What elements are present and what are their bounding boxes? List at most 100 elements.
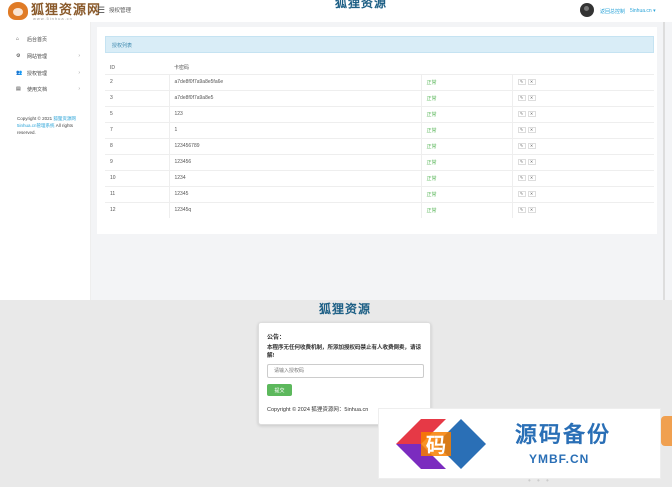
doc-icon: ▤ bbox=[16, 86, 21, 92]
sidebar-item-auth[interactable]: 👥 授权管理 › bbox=[16, 69, 86, 77]
edit-button[interactable]: ✎ bbox=[517, 143, 526, 149]
avatar[interactable] bbox=[580, 3, 594, 17]
status-badge: 正常 bbox=[426, 191, 437, 198]
cell-actions: ✎ ✕ bbox=[511, 185, 654, 202]
ad-logo-glyph: 码 bbox=[426, 433, 446, 457]
table-row: 9 123456 正常 ✎ ✕ bbox=[105, 153, 654, 170]
cell-code: 12345q bbox=[168, 201, 421, 218]
delete-button[interactable]: ✕ bbox=[527, 127, 536, 133]
cell-status: 正常 bbox=[420, 73, 512, 90]
cell-actions: ✎ ✕ bbox=[511, 169, 654, 186]
sidebar-item-docs[interactable]: ▤ 使用文档 › bbox=[16, 85, 86, 93]
column-header-id: ID bbox=[105, 62, 169, 75]
table-row: 11 12345 正常 ✎ ✕ bbox=[105, 185, 654, 202]
cell-status: 正常 bbox=[420, 121, 512, 138]
brand-title: 狐狸资源 bbox=[319, 302, 372, 316]
edit-button[interactable]: ✎ bbox=[517, 159, 526, 165]
table-row: 7 1 正常 ✎ ✕ bbox=[105, 121, 654, 138]
delete-button[interactable]: ✕ bbox=[527, 79, 536, 85]
cell-id: 11 bbox=[105, 185, 169, 202]
chevron-right-icon: › bbox=[78, 86, 80, 92]
card-copyright: Copyright © 2024 狐狸资源网：5inhua.cn bbox=[267, 407, 369, 413]
auth-table: ID 卡密码 2 a7de8f0f7a9a8e5fa6e 正常 ✎ ✕ 3 a7de8f0f… bbox=[105, 62, 654, 218]
panel-title: 授权列表 bbox=[112, 43, 133, 49]
status-badge: 正常 bbox=[426, 127, 437, 134]
column-header-status bbox=[421, 62, 512, 75]
scrollbar[interactable] bbox=[663, 22, 665, 300]
cell-code: 1 bbox=[168, 121, 421, 138]
edit-button[interactable]: ✎ bbox=[517, 207, 526, 214]
copyright-system-link[interactable]: 管理系统 bbox=[37, 123, 55, 128]
watermark-text: 狐狸资源 bbox=[335, 0, 388, 10]
table-row: 8 123456789 正常 ✎ ✕ bbox=[105, 137, 654, 154]
cell-id: 7 bbox=[105, 121, 169, 138]
column-header-code: 卡密码 bbox=[169, 62, 421, 75]
home-icon: ⌂ bbox=[16, 36, 20, 42]
chevron-right-icon: › bbox=[78, 53, 80, 59]
sidebar-item-label: 授权管理 bbox=[27, 70, 48, 77]
copyright-prefix: Copyright © 2021 bbox=[17, 116, 54, 121]
breadcrumb: 授权管理 bbox=[109, 8, 132, 14]
table-row: 2 a7de8f0f7a9a8e5fa6e 正常 ✎ ✕ bbox=[105, 73, 654, 90]
delete-button[interactable]: ✕ bbox=[527, 207, 536, 214]
cell-status: 正常 bbox=[420, 201, 512, 218]
edit-button[interactable]: ✎ bbox=[517, 111, 526, 117]
cell-id: 10 bbox=[105, 169, 169, 186]
ad-banner[interactable]: 码 源码备份 YMBF.CN bbox=[378, 408, 661, 479]
copyright-domain-link[interactable]: 5inhua.cn bbox=[17, 123, 37, 128]
delete-button[interactable]: ✕ bbox=[527, 159, 536, 165]
edit-button[interactable]: ✎ bbox=[517, 191, 526, 197]
copyright-link[interactable]: 狐狸资源网 bbox=[53, 116, 76, 121]
cell-code: 123456789 bbox=[168, 137, 421, 154]
panel-heading: 授权列表 bbox=[105, 36, 654, 53]
edit-button[interactable]: ✎ bbox=[517, 95, 526, 101]
sidebar-item-home[interactable]: ⌂ 后台首页 bbox=[16, 35, 86, 43]
sidebar-item-label: 使用文档 bbox=[27, 86, 48, 93]
auth-code-input[interactable] bbox=[267, 364, 424, 378]
cell-actions: ✎ ✕ bbox=[511, 73, 654, 90]
cell-code: 123456 bbox=[168, 153, 421, 170]
edit-button[interactable]: ✎ bbox=[517, 127, 526, 133]
delete-button[interactable]: ✕ bbox=[527, 95, 536, 101]
notice-title: 公告： bbox=[267, 335, 286, 341]
side-float-tab[interactable] bbox=[661, 416, 672, 446]
column-header-actions bbox=[512, 62, 654, 75]
sidebar-item-site[interactable]: ⚙ 网站管理 › bbox=[16, 52, 86, 60]
notice-text: 本程序无任何收费机制，所添加授权码禁止有人收费倒卖，请谅解! bbox=[267, 345, 422, 359]
menu-toggle-icon[interactable]: ☰ bbox=[97, 5, 105, 16]
settings-icon: ⚙ bbox=[16, 53, 21, 59]
back-to-console-link[interactable]: 返回总控制 bbox=[600, 8, 625, 15]
edit-button[interactable]: ✎ bbox=[517, 175, 526, 181]
cell-actions: ✎ ✕ bbox=[511, 137, 654, 154]
sidebar-copyright: Copyright © 2021 狐狸资源网 5inhua.cn管理系统 All… bbox=[17, 115, 85, 136]
edit-button[interactable]: ✎ bbox=[517, 79, 526, 85]
cell-id: 8 bbox=[105, 137, 169, 154]
cell-id: 3 bbox=[105, 89, 169, 106]
cell-actions: ✎ ✕ bbox=[511, 105, 654, 122]
status-badge: 正常 bbox=[426, 143, 437, 150]
cell-code: a7de8f0f7a9a8e5fa6e bbox=[168, 73, 421, 90]
admin-screen: 狐狸资源网 www.5inhua.cn ☰ 授权管理 狐狸资源 返回总控制 5i… bbox=[0, 0, 672, 300]
sidebar: ⌂ 后台首页 ⚙ 网站管理 › 👥 授权管理 › ▤ 使用文档 › Copyri… bbox=[0, 22, 91, 300]
submit-button[interactable]: 提交 bbox=[267, 384, 292, 396]
chevron-right-icon: › bbox=[78, 70, 80, 76]
cell-actions: ✎ ✕ bbox=[511, 153, 654, 170]
ad-domain: YMBF.CN bbox=[529, 452, 590, 466]
ad-logo-icon: 码 bbox=[396, 419, 486, 469]
cell-actions: ✎ ✕ bbox=[511, 201, 654, 218]
delete-button[interactable]: ✕ bbox=[527, 191, 536, 197]
cell-code: 12345 bbox=[168, 185, 421, 202]
status-badge: 正常 bbox=[426, 207, 437, 214]
ad-title: 源码备份 bbox=[515, 422, 612, 448]
table-row: 12 12345q 正常 ✎ ✕ bbox=[105, 201, 654, 218]
user-menu[interactable]: 5inhua.cn ▾ bbox=[630, 8, 656, 14]
delete-button[interactable]: ✕ bbox=[527, 111, 536, 117]
cell-code: 1234 bbox=[168, 169, 421, 186]
delete-button[interactable]: ✕ bbox=[527, 143, 536, 149]
delete-button[interactable]: ✕ bbox=[527, 175, 536, 181]
cell-status: 正常 bbox=[420, 153, 512, 170]
auth-list-panel: 授权列表 ID 卡密码 2 a7de8f0f7a9a8e5fa6e 正常 ✎ ✕ 3 a7d… bbox=[97, 27, 657, 234]
cell-actions: ✎ ✕ bbox=[511, 121, 654, 138]
table-row: 3 a7de8f0f7a9a8e5 正常 ✎ ✕ bbox=[105, 89, 654, 106]
table-header-row: ID 卡密码 bbox=[105, 62, 654, 75]
